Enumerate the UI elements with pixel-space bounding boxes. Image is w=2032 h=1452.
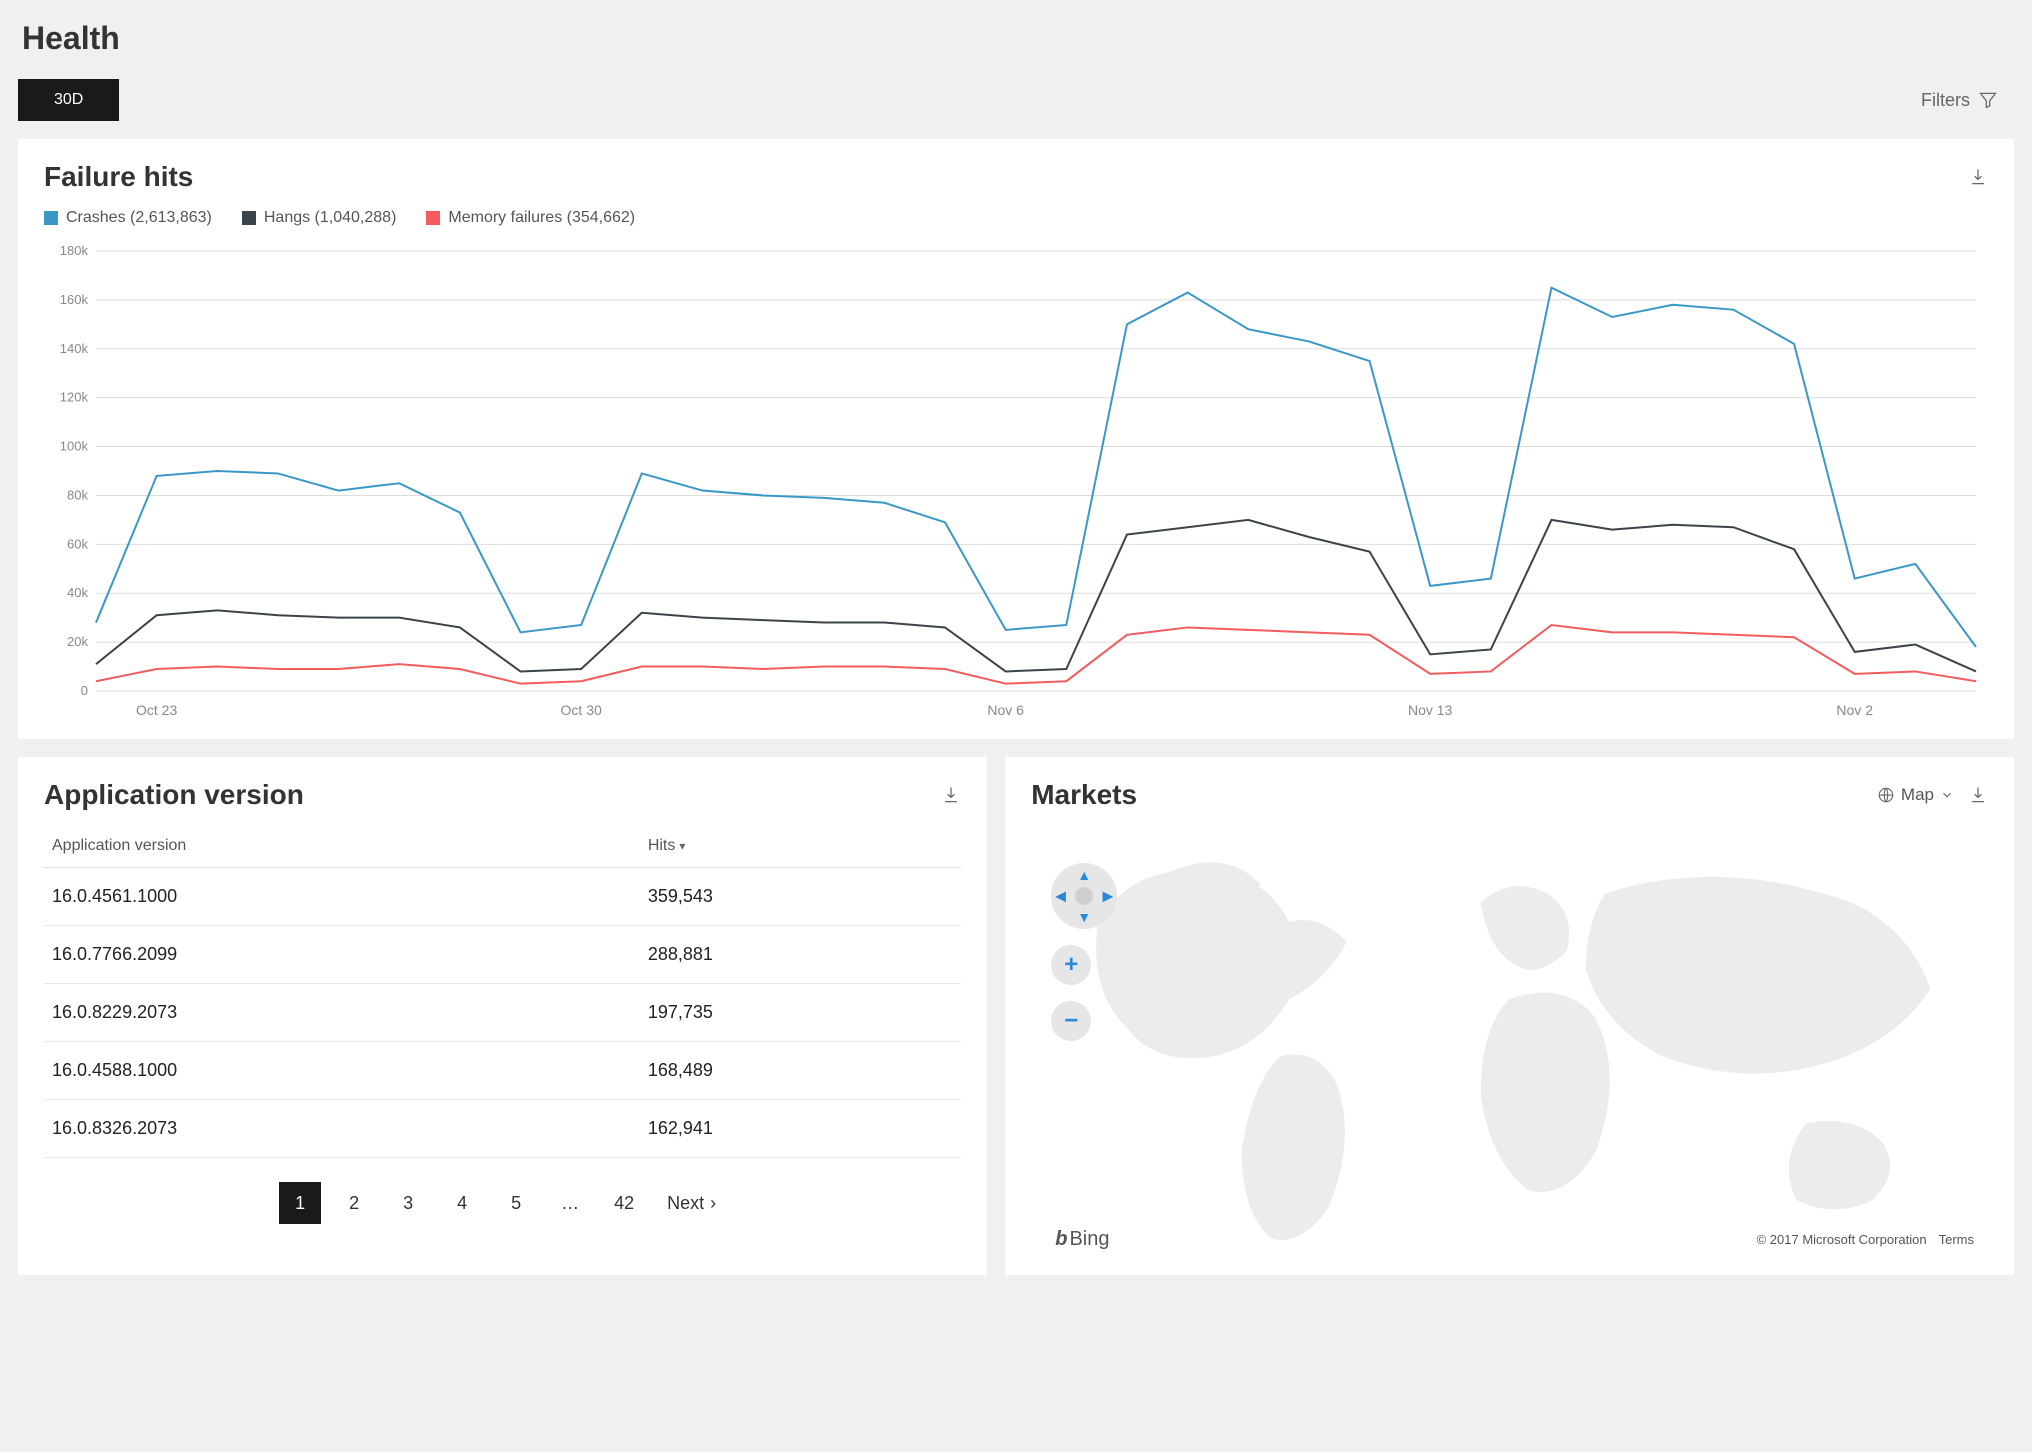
legend-item[interactable]: Memory failures (354,662): [426, 209, 635, 227]
legend-label: Crashes (2,613,863): [66, 209, 212, 227]
svg-text:0: 0: [81, 683, 88, 698]
table-row[interactable]: 16.0.4561.1000359,543: [44, 868, 961, 926]
svg-text:40k: 40k: [67, 585, 88, 600]
svg-text:120k: 120k: [60, 390, 89, 405]
map-controls: ▲ ▼ ◀ ▶ + −: [1051, 863, 1117, 1041]
filters-button[interactable]: Filters: [1921, 90, 1998, 111]
table-row[interactable]: 16.0.8229.2073197,735: [44, 984, 961, 1042]
pan-center: [1075, 887, 1093, 905]
legend-swatch: [426, 211, 440, 225]
app-version-table: Application version Hits▾ 16.0.4561.1000…: [44, 827, 961, 1158]
legend-item[interactable]: Hangs (1,040,288): [242, 209, 397, 227]
globe-icon: [1877, 786, 1895, 804]
cell-version: 16.0.7766.2099: [44, 926, 640, 984]
top-bar: 30D Filters: [18, 79, 2014, 121]
markets-title: Markets: [1031, 779, 1137, 811]
world-map-svg: [1031, 827, 1988, 1257]
pager-page[interactable]: 1: [279, 1182, 321, 1224]
svg-text:60k: 60k: [67, 536, 88, 551]
app-version-title: Application version: [44, 779, 304, 811]
map-pan-control[interactable]: ▲ ▼ ◀ ▶: [1051, 863, 1117, 929]
cell-hits: 162,941: [640, 1100, 961, 1158]
legend-label: Hangs (1,040,288): [264, 209, 397, 227]
legend-swatch: [242, 211, 256, 225]
bing-logo: bBing: [1055, 1228, 1109, 1251]
col-header-version[interactable]: Application version: [44, 827, 640, 868]
failure-hits-card: Failure hits Crashes (2,613,863) Hangs (1…: [18, 139, 2014, 739]
svg-text:Nov 6: Nov 6: [987, 702, 1024, 718]
failure-hits-chart: 0 20k 40k 60k 80k 100k 120k 140k 160k 180k Oct 23 O…: [44, 241, 1988, 721]
page-title: Health: [22, 20, 2014, 57]
svg-text:Oct 30: Oct 30: [561, 702, 602, 718]
cell-version: 16.0.4561.1000: [44, 868, 640, 926]
legend-swatch: [44, 211, 58, 225]
cell-hits: 197,735: [640, 984, 961, 1042]
app-version-card: Application version Application version …: [18, 757, 987, 1275]
svg-text:100k: 100k: [60, 439, 89, 454]
pan-left-icon[interactable]: ◀: [1055, 888, 1066, 905]
download-icon[interactable]: [941, 785, 961, 805]
cell-version: 16.0.4588.1000: [44, 1042, 640, 1100]
col-header-hits[interactable]: Hits▾: [640, 827, 961, 868]
chevron-right-icon: ›: [710, 1193, 716, 1214]
table-row[interactable]: 16.0.8326.2073162,941: [44, 1100, 961, 1158]
pager-page[interactable]: 3: [387, 1182, 429, 1224]
date-range-button[interactable]: 30D: [18, 79, 119, 121]
zoom-in-button[interactable]: +: [1051, 945, 1091, 985]
svg-text:140k: 140k: [60, 341, 89, 356]
map-toggle[interactable]: Map: [1877, 785, 1954, 805]
svg-text:Nov 2: Nov 2: [1836, 702, 1873, 718]
chart-legend: Crashes (2,613,863) Hangs (1,040,288) Memo…: [44, 209, 1988, 227]
svg-text:180k: 180k: [60, 243, 89, 258]
map-copyright: © 2017 Microsoft Corporation: [1757, 1232, 1927, 1247]
filter-icon: [1978, 90, 1998, 110]
pager-page[interactable]: 4: [441, 1182, 483, 1224]
svg-text:80k: 80k: [67, 487, 88, 502]
svg-text:Oct 23: Oct 23: [136, 702, 177, 718]
pager-page[interactable]: 5: [495, 1182, 537, 1224]
svg-text:20k: 20k: [67, 634, 88, 649]
pager-ellipsis: …: [549, 1182, 591, 1224]
cell-hits: 288,881: [640, 926, 961, 984]
cell-hits: 359,543: [640, 868, 961, 926]
pan-down-icon[interactable]: ▼: [1077, 909, 1091, 925]
cell-hits: 168,489: [640, 1042, 961, 1100]
filters-label: Filters: [1921, 90, 1970, 111]
legend-label: Memory failures (354,662): [448, 209, 635, 227]
zoom-out-button[interactable]: −: [1051, 1001, 1091, 1041]
chevron-down-icon: [1940, 788, 1954, 802]
download-icon[interactable]: [1968, 167, 1988, 187]
pager-page[interactable]: 42: [603, 1182, 645, 1224]
pan-right-icon[interactable]: ▶: [1102, 888, 1113, 905]
sort-desc-icon: ▾: [679, 839, 685, 853]
failure-hits-title: Failure hits: [44, 161, 193, 193]
table-row[interactable]: 16.0.4588.1000168,489: [44, 1042, 961, 1100]
pager-next[interactable]: Next›: [657, 1193, 726, 1214]
pager-page[interactable]: 2: [333, 1182, 375, 1224]
legend-item[interactable]: Crashes (2,613,863): [44, 209, 212, 227]
pan-up-icon[interactable]: ▲: [1077, 867, 1091, 883]
cell-version: 16.0.8326.2073: [44, 1100, 640, 1158]
map-terms-link[interactable]: Terms: [1939, 1232, 1974, 1247]
table-row[interactable]: 16.0.7766.2099288,881: [44, 926, 961, 984]
svg-text:160k: 160k: [60, 292, 89, 307]
markets-card: Markets Map: [1005, 757, 2014, 1275]
map-toggle-label: Map: [1901, 785, 1934, 805]
cell-version: 16.0.8229.2073: [44, 984, 640, 1042]
pagination: 12345 … 42 Next›: [44, 1182, 961, 1224]
markets-map[interactable]: ▲ ▼ ◀ ▶ + − bBing © 2017 Microsoft Corpo…: [1031, 827, 1988, 1257]
download-icon[interactable]: [1968, 785, 1988, 805]
svg-text:Nov 13: Nov 13: [1408, 702, 1453, 718]
